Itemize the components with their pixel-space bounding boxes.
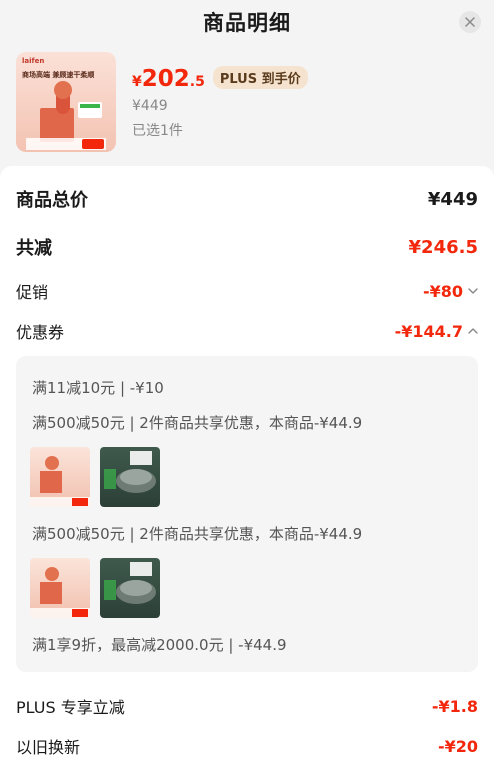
product-image[interactable]: laifen 商场高端 兼顾速干柔顺 bbox=[16, 52, 116, 152]
plus-discount-label: PLUS 专享立减 bbox=[16, 698, 125, 717]
close-icon bbox=[465, 17, 475, 27]
total-discount-row: 共减 ¥246.5 bbox=[16, 234, 478, 260]
trade-in-value: -¥20 bbox=[437, 736, 478, 756]
plus-price-badge: PLUS 到手价 bbox=[212, 66, 308, 89]
coupon-value-wrap[interactable]: -¥144.7 bbox=[395, 322, 478, 341]
total-discount-label: 共减 bbox=[16, 238, 52, 259]
coupon-value: -¥144.7 bbox=[394, 321, 463, 341]
total-price-value: ¥449 bbox=[427, 188, 478, 210]
total-price-label: 商品总价 bbox=[16, 190, 88, 211]
coupon-line: 满11减10元 | -¥10 bbox=[32, 379, 164, 397]
price-detail-card: 商品总价 ¥449 共减 ¥246.5 促销 -¥80 优惠券 -¥144.7 … bbox=[0, 166, 494, 774]
cookware-thumb bbox=[104, 451, 156, 493]
hair-dryer-illustration bbox=[26, 81, 106, 150]
promotion-row[interactable]: 促销 -¥80 bbox=[16, 279, 478, 303]
price-symbol: ¥ bbox=[132, 74, 142, 90]
chevron-down-icon bbox=[468, 288, 478, 294]
brand-label: laifen bbox=[22, 57, 45, 65]
close-button[interactable] bbox=[459, 11, 481, 33]
selected-count: 已选1件 bbox=[132, 123, 183, 139]
coupon-line: 满500减50元 | 2件商品共享优惠，本商品-¥44.9 bbox=[32, 414, 363, 432]
product-thumbnail[interactable] bbox=[30, 447, 90, 507]
price-decimal: .5 bbox=[189, 74, 205, 90]
promotion-value: -¥80 bbox=[422, 281, 463, 301]
total-discount-value: ¥246.5 bbox=[408, 236, 478, 258]
promo-label: 商场高端 兼顾速干柔顺 bbox=[22, 71, 95, 79]
price-integer: 202 bbox=[141, 66, 190, 92]
chevron-up-icon bbox=[468, 328, 478, 334]
coupon-detail-panel: 满11减10元 | -¥10 满500减50元 | 2件商品共享优惠，本商品-¥… bbox=[16, 356, 478, 672]
coupon-label: 优惠券 bbox=[16, 323, 65, 342]
product-thumbnail[interactable] bbox=[30, 558, 90, 618]
coupon-row[interactable]: 优惠券 -¥144.7 bbox=[16, 319, 478, 343]
trade-in-label: 以旧换新 bbox=[16, 738, 81, 757]
header: 商品明细 bbox=[0, 0, 494, 44]
cookware-thumb bbox=[104, 562, 156, 604]
original-price: ¥449 bbox=[132, 98, 168, 114]
product-info: ¥ 202 .5 PLUS 到手价 ¥449 已选1件 bbox=[132, 52, 308, 152]
plus-discount-value: -¥1.8 bbox=[431, 696, 478, 716]
product-thumbnail[interactable] bbox=[100, 558, 160, 618]
promotion-value-wrap[interactable]: -¥80 bbox=[423, 282, 478, 301]
hair-dryer-thumb bbox=[30, 567, 90, 618]
promotion-label: 促销 bbox=[16, 283, 49, 302]
hair-dryer-thumb bbox=[30, 456, 90, 507]
coupon-line: 满500减50元 | 2件商品共享优惠，本商品-¥44.9 bbox=[32, 525, 363, 543]
plus-price: ¥ 202 .5 PLUS 到手价 bbox=[132, 66, 308, 92]
product-summary: laifen 商场高端 兼顾速干柔顺 ¥ 202 .5 PLUS 到手价 ¥44… bbox=[16, 52, 478, 152]
page-title: 商品明细 bbox=[203, 11, 291, 35]
product-thumbnail[interactable] bbox=[100, 447, 160, 507]
trade-in-row: 以旧换新 -¥20 bbox=[16, 734, 478, 758]
plus-discount-row: PLUS 专享立减 -¥1.8 bbox=[16, 694, 478, 718]
coupon-product-thumbs bbox=[30, 558, 160, 618]
coupon-product-thumbs bbox=[30, 447, 160, 507]
coupon-line: 满1享9折，最高减2000.0元 | -¥44.9 bbox=[32, 636, 287, 654]
total-price-row: 商品总价 ¥449 bbox=[16, 186, 478, 212]
